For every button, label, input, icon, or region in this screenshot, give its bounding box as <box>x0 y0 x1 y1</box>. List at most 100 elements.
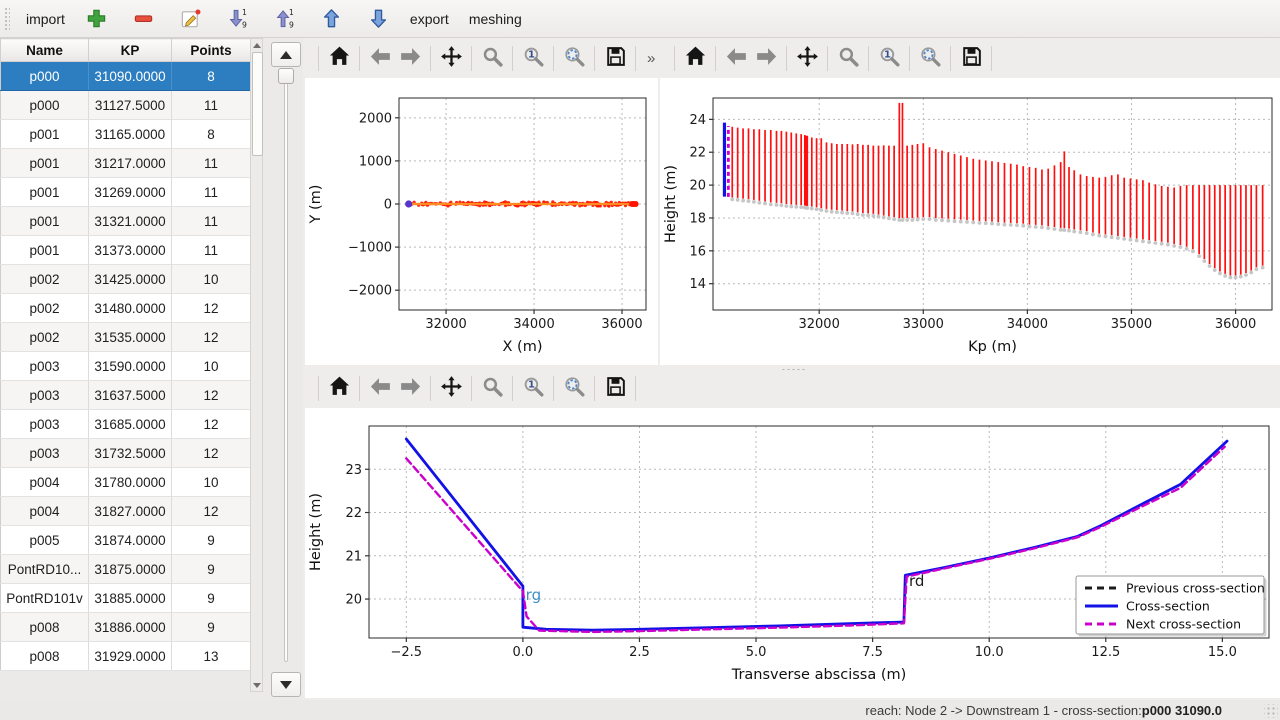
table-row[interactable]: PontRD10...31875.00009 <box>1 555 251 584</box>
table-cell[interactable]: p008 <box>1 642 89 671</box>
table-cell[interactable]: 12 <box>172 381 251 410</box>
previous-section-button[interactable] <box>271 42 301 67</box>
toolbar-drag-handle[interactable] <box>3 6 10 32</box>
table-cell[interactable]: p002 <box>1 294 89 323</box>
table-cell[interactable]: p004 <box>1 468 89 497</box>
zoom-one-button[interactable]: 1 <box>518 374 548 402</box>
back-button[interactable] <box>365 374 395 402</box>
table-cell[interactable]: 31685.0000 <box>89 410 172 439</box>
table-cell[interactable]: 31321.0000 <box>89 207 172 236</box>
forward-button[interactable] <box>395 44 425 72</box>
table-cell[interactable]: p002 <box>1 265 89 294</box>
table-cell[interactable]: 13 <box>172 642 251 671</box>
table-cell[interactable]: 31090.0000 <box>89 62 172 91</box>
zoom-button[interactable] <box>477 44 507 72</box>
move-up-button[interactable] <box>312 4 351 34</box>
table-cell[interactable]: p000 <box>1 62 89 91</box>
back-button[interactable] <box>721 44 751 72</box>
table-cell[interactable]: 8 <box>172 62 251 91</box>
table-cell[interactable]: 10 <box>172 468 251 497</box>
table-row[interactable]: p00831929.000013 <box>1 642 251 671</box>
table-cell[interactable]: 12 <box>172 410 251 439</box>
table-cell[interactable]: p001 <box>1 207 89 236</box>
table-row[interactable]: p00431780.000010 <box>1 468 251 497</box>
table-row[interactable]: p00131373.000011 <box>1 236 251 265</box>
table-cell[interactable]: 11 <box>172 178 251 207</box>
table-cell[interactable]: 10 <box>172 265 251 294</box>
table-cell[interactable]: p005 <box>1 526 89 555</box>
table-cell[interactable]: 9 <box>172 526 251 555</box>
table-cell[interactable]: 31732.5000 <box>89 439 172 468</box>
export-button[interactable]: export <box>402 4 457 34</box>
sort-ascending-button[interactable]: 19 <box>265 4 304 34</box>
table-cell[interactable]: 31480.0000 <box>89 294 172 323</box>
save-button[interactable] <box>600 44 630 72</box>
table-cell[interactable]: 31217.0000 <box>89 149 172 178</box>
section-slider-track[interactable] <box>284 74 288 662</box>
table-row[interactable]: p00031127.500011 <box>1 91 251 120</box>
forward-button[interactable] <box>751 44 781 72</box>
zoom-fit-button[interactable] <box>559 44 589 72</box>
table-cell[interactable]: 31885.0000 <box>89 584 172 613</box>
table-row[interactable]: p00231425.000010 <box>1 265 251 294</box>
home-button[interactable] <box>680 44 710 72</box>
table-cell[interactable]: 31875.0000 <box>89 555 172 584</box>
zoom-one-button[interactable]: 1 <box>874 44 904 72</box>
table-cell[interactable]: 31373.0000 <box>89 236 172 265</box>
table-cell[interactable]: 31874.0000 <box>89 526 172 555</box>
meshing-button[interactable]: meshing <box>461 4 530 34</box>
vertical-splitter[interactable] <box>658 78 660 365</box>
table-cell[interactable]: 31929.0000 <box>89 642 172 671</box>
table-cell[interactable]: PontRD101v <box>1 584 89 613</box>
table-cell[interactable]: 11 <box>172 207 251 236</box>
cross-section-chart[interactable]: −2.50.02.55.07.510.012.515.020212223Tran… <box>305 408 1280 703</box>
home-button[interactable] <box>324 44 354 72</box>
table-cell[interactable]: 12 <box>172 323 251 352</box>
table-cell[interactable]: 31590.0000 <box>89 352 172 381</box>
table-scrollbar-thumb[interactable] <box>252 52 263 156</box>
zoom-fit-button[interactable] <box>559 374 589 402</box>
column-header-kp[interactable]: KP <box>89 39 172 62</box>
table-cell[interactable]: 10 <box>172 352 251 381</box>
zoom-one-button[interactable]: 1 <box>518 44 548 72</box>
table-cell[interactable]: 9 <box>172 584 251 613</box>
table-cell[interactable]: 31425.0000 <box>89 265 172 294</box>
table-cell[interactable]: 31127.5000 <box>89 91 172 120</box>
longitudinal-profile-chart[interactable]: 3200033000340003500036000141618202224Kp … <box>660 78 1280 370</box>
zoom-button[interactable] <box>477 374 507 402</box>
pan-button[interactable] <box>436 374 466 402</box>
save-button[interactable] <box>600 374 630 402</box>
pan-button[interactable] <box>792 44 822 72</box>
edit-button[interactable] <box>171 4 210 34</box>
table-cell[interactable]: 11 <box>172 236 251 265</box>
move-down-button[interactable] <box>359 4 398 34</box>
table-row[interactable]: p00331637.500012 <box>1 381 251 410</box>
next-section-button[interactable] <box>271 672 301 697</box>
table-row[interactable]: PontRD101v31885.00009 <box>1 584 251 613</box>
back-button[interactable] <box>365 44 395 72</box>
table-cell[interactable]: p003 <box>1 439 89 468</box>
sort-descending-button[interactable]: 19 <box>218 4 257 34</box>
table-row[interactable]: p00131269.000011 <box>1 178 251 207</box>
table-cell[interactable]: p001 <box>1 120 89 149</box>
table-cell[interactable]: 12 <box>172 294 251 323</box>
table-row[interactable]: p00231535.000012 <box>1 323 251 352</box>
splitter-grip-icon[interactable] <box>781 368 807 371</box>
table-row[interactable]: p00131217.000011 <box>1 149 251 178</box>
table-cell[interactable]: p008 <box>1 613 89 642</box>
table-cell[interactable]: 12 <box>172 439 251 468</box>
forward-button[interactable] <box>395 374 425 402</box>
table-cell[interactable]: 11 <box>172 149 251 178</box>
zoom-fit-button[interactable] <box>915 44 945 72</box>
column-header-name[interactable]: Name <box>1 39 89 62</box>
home-button[interactable] <box>324 374 354 402</box>
scroll-up-arrow-icon[interactable] <box>251 40 262 50</box>
table-scrollbar[interactable] <box>250 38 263 692</box>
pan-button[interactable] <box>436 44 466 72</box>
table-cell[interactable]: 9 <box>172 555 251 584</box>
import-button[interactable]: import <box>18 4 73 34</box>
table-cell[interactable]: p003 <box>1 381 89 410</box>
plan-view-chart[interactable]: 320003400036000−2000−1000010002000X (m)Y… <box>305 78 658 370</box>
table-row[interactable]: p00331732.500012 <box>1 439 251 468</box>
table-cell[interactable]: p003 <box>1 352 89 381</box>
